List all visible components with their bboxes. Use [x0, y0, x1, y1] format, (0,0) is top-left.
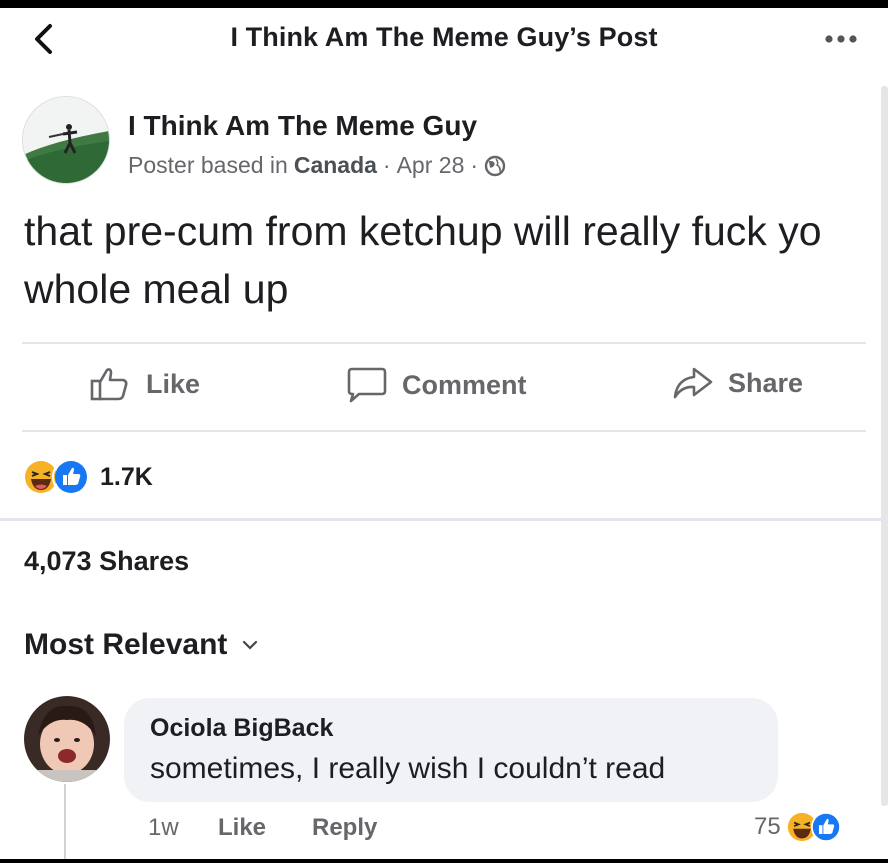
post-text: that pre-cum from ketchup will really fu… — [24, 208, 822, 312]
sort-label: Most Relevant — [24, 628, 228, 661]
like-label: Like — [146, 368, 201, 399]
divider — [22, 430, 866, 432]
comment-button[interactable]: Comment — [346, 366, 527, 404]
thread-line — [64, 784, 66, 859]
like-button[interactable]: Like — [90, 366, 200, 402]
page-title: I Think Am The Meme Guy’s Post — [230, 22, 658, 52]
like-reaction-icon — [52, 458, 90, 496]
divider — [0, 518, 888, 521]
commenter-avatar[interactable] — [24, 696, 110, 782]
like-reaction-icon — [810, 812, 841, 842]
comment-sort-dropdown[interactable]: Most Relevant — [24, 628, 259, 662]
share-arrow-icon — [673, 367, 713, 399]
comment-like-button[interactable]: Like — [218, 814, 266, 842]
thumbs-up-icon — [90, 368, 128, 401]
post-meta: Poster based in Canada · Apr 28 · — [128, 152, 506, 179]
comment-label: Comment — [402, 369, 527, 400]
location-link[interactable]: Canada — [294, 152, 377, 179]
meta-separator: · — [470, 152, 479, 178]
commenter-name[interactable]: Ociola BigBack — [150, 714, 333, 743]
chevron-down-icon — [243, 640, 258, 650]
comment-age[interactable]: 1w — [148, 814, 179, 842]
meta-prefix: Poster based in — [128, 152, 288, 178]
bottom-border — [0, 859, 888, 863]
top-border — [0, 0, 888, 8]
header: I Think Am The Meme Guy’s Post — [0, 8, 888, 68]
comment-text: sometimes, I really wish I couldn’t read — [150, 752, 666, 785]
more-options-icon[interactable] — [824, 34, 858, 44]
reaction-summary[interactable]: 1.7K — [22, 458, 153, 496]
comment-icon — [347, 367, 387, 403]
share-button[interactable]: Share — [672, 366, 803, 400]
share-label: Share — [728, 367, 804, 398]
author-avatar[interactable] — [22, 96, 110, 184]
comment-reply-button[interactable]: Reply — [312, 814, 377, 842]
shares-count[interactable]: 4,073 Shares — [24, 546, 189, 577]
author-name[interactable]: I Think Am The Meme Guy — [128, 110, 477, 142]
comment-reactions[interactable]: 75 — [754, 812, 841, 842]
divider — [22, 342, 866, 344]
comment-reaction-count: 75 — [754, 813, 781, 840]
scrollbar[interactable] — [881, 86, 888, 806]
post-date[interactable]: Apr 28 — [397, 152, 465, 179]
meta-separator: · — [382, 152, 391, 178]
reaction-count: 1.7K — [100, 462, 153, 491]
globe-icon — [484, 155, 506, 176]
